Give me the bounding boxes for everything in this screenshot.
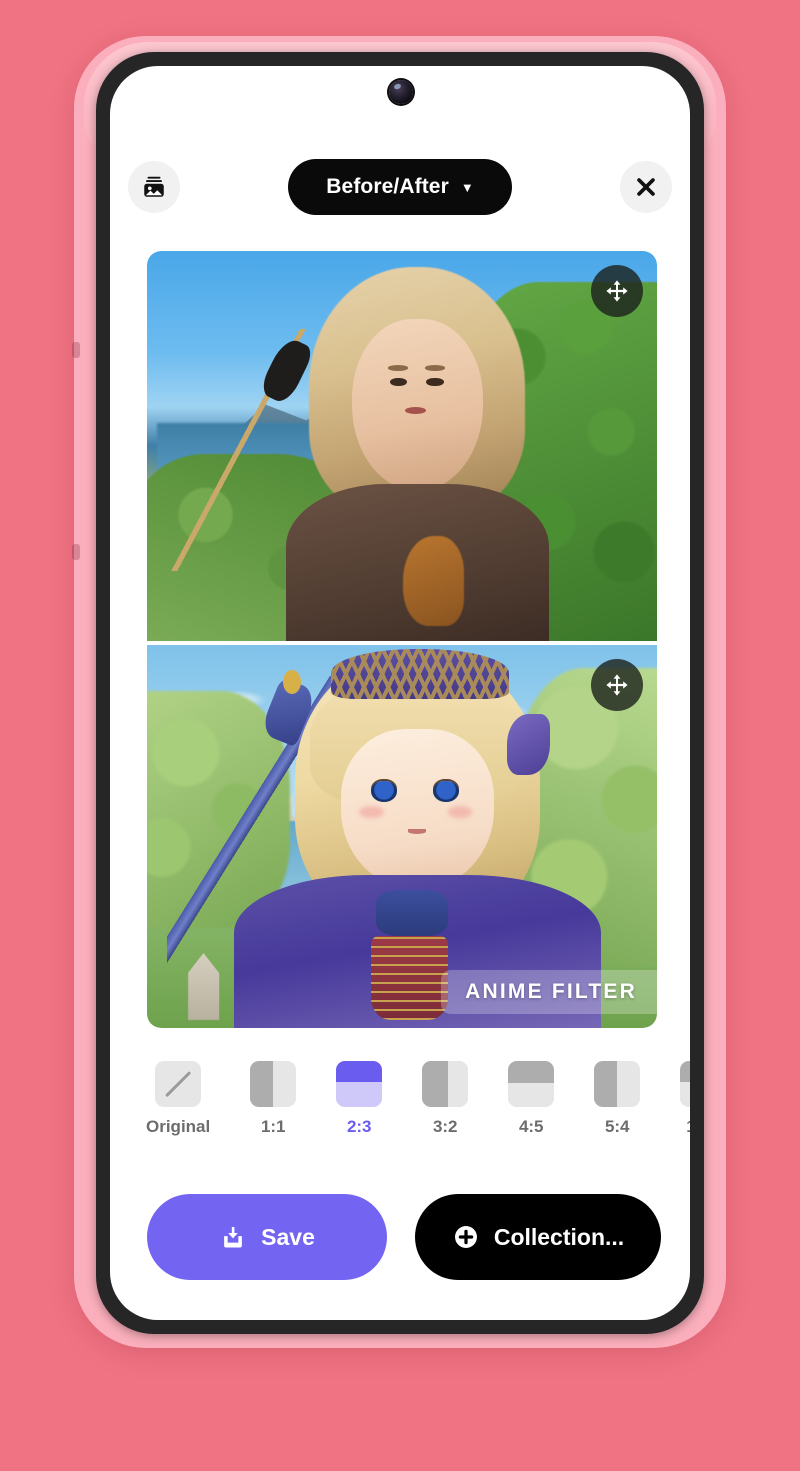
- blush-right: [447, 806, 473, 818]
- before-image-pane[interactable]: [147, 251, 657, 641]
- face: [351, 319, 483, 492]
- filter-badge: ANIME FILTER: [441, 970, 657, 1014]
- side-button-volume-up[interactable]: [72, 342, 80, 358]
- before-after-preview: ANIME FILTER: [147, 251, 657, 1028]
- move-arrows-icon: [606, 280, 628, 302]
- eye-right-anime: [432, 780, 459, 802]
- eye-left: [389, 377, 407, 387]
- ratio-option-3-2[interactable]: 3:2: [422, 1061, 469, 1137]
- after-move-handle[interactable]: [591, 659, 643, 711]
- crown-headdress: [330, 648, 510, 699]
- ratio-thumb-1-1: [250, 1061, 297, 1107]
- ratio-option-1-1[interactable]: 1:1: [250, 1061, 297, 1137]
- ratio-label: 3:2: [432, 1117, 458, 1136]
- gallery-stack-icon: [144, 176, 164, 197]
- eye-left-anime: [371, 780, 398, 802]
- lips: [405, 406, 427, 414]
- ratio-label: Original: [146, 1117, 211, 1136]
- mouth-anime: [408, 828, 427, 834]
- fur-trim: [403, 536, 465, 627]
- eye-right: [426, 377, 444, 387]
- action-bar: Save Collection...: [110, 1194, 690, 1280]
- download-save-icon: [224, 1226, 243, 1248]
- ratio-thumb-5-4: [594, 1061, 641, 1107]
- ratio-label: 16:9: [686, 1117, 690, 1137]
- save-button[interactable]: Save: [147, 1194, 387, 1280]
- ratio-label: 4:5: [518, 1117, 544, 1136]
- phone-screen: Before/After ▼ ANIME FILTER Original 1:1…: [110, 66, 690, 1320]
- ratio-label: 5:4: [604, 1117, 630, 1136]
- mode-selector-label: Before/After: [326, 175, 449, 198]
- ratio-option-original[interactable]: Original: [146, 1061, 210, 1137]
- app-header: Before/After ▼: [110, 148, 690, 226]
- ratio-thumb-original: [155, 1061, 202, 1107]
- ratio-option-5-4[interactable]: 5:4: [594, 1061, 641, 1137]
- hair-ribbon: [506, 713, 550, 776]
- close-icon: [637, 178, 655, 196]
- ratio-thumb-16-9: [680, 1061, 690, 1107]
- mode-selector[interactable]: Before/After ▼: [288, 159, 512, 215]
- front-camera: [389, 80, 413, 104]
- gallery-button[interactable]: [128, 161, 180, 213]
- brow-left: [388, 365, 409, 371]
- before-move-handle[interactable]: [591, 265, 643, 317]
- person-photo: [285, 266, 549, 641]
- blush-left: [359, 806, 384, 818]
- ratio-option-16-9[interactable]: 16:9: [680, 1061, 690, 1137]
- face-anime: [340, 729, 494, 891]
- collection-button-label: Collection...: [493, 1223, 625, 1250]
- plus-circle-icon: [454, 1226, 477, 1248]
- dress-trim: [371, 936, 448, 1021]
- chevron-down-icon: ▼: [460, 179, 474, 195]
- close-button[interactable]: [620, 161, 672, 213]
- collar: [376, 890, 448, 937]
- aspect-ratio-strip[interactable]: Original 1:1 2:3 3:2 4:5 5:4: [110, 1061, 690, 1171]
- save-button-label: Save: [261, 1223, 315, 1250]
- ratio-thumb-4-5: [508, 1061, 555, 1107]
- ratio-option-4-5[interactable]: 4:5: [508, 1061, 555, 1137]
- side-button-power[interactable]: [72, 544, 80, 560]
- ratio-thumb-2-3: [336, 1061, 383, 1107]
- ratio-option-2-3[interactable]: 2:3: [336, 1061, 383, 1137]
- collection-button[interactable]: Collection...: [415, 1194, 661, 1280]
- ratio-thumb-3-2: [422, 1061, 469, 1107]
- ratio-label: 2:3: [346, 1117, 372, 1136]
- after-image-pane[interactable]: ANIME FILTER: [147, 645, 657, 1028]
- move-arrows-icon: [606, 674, 628, 696]
- before-image: [147, 251, 657, 641]
- ratio-label: 1:1: [260, 1117, 286, 1136]
- brow-right: [425, 365, 445, 371]
